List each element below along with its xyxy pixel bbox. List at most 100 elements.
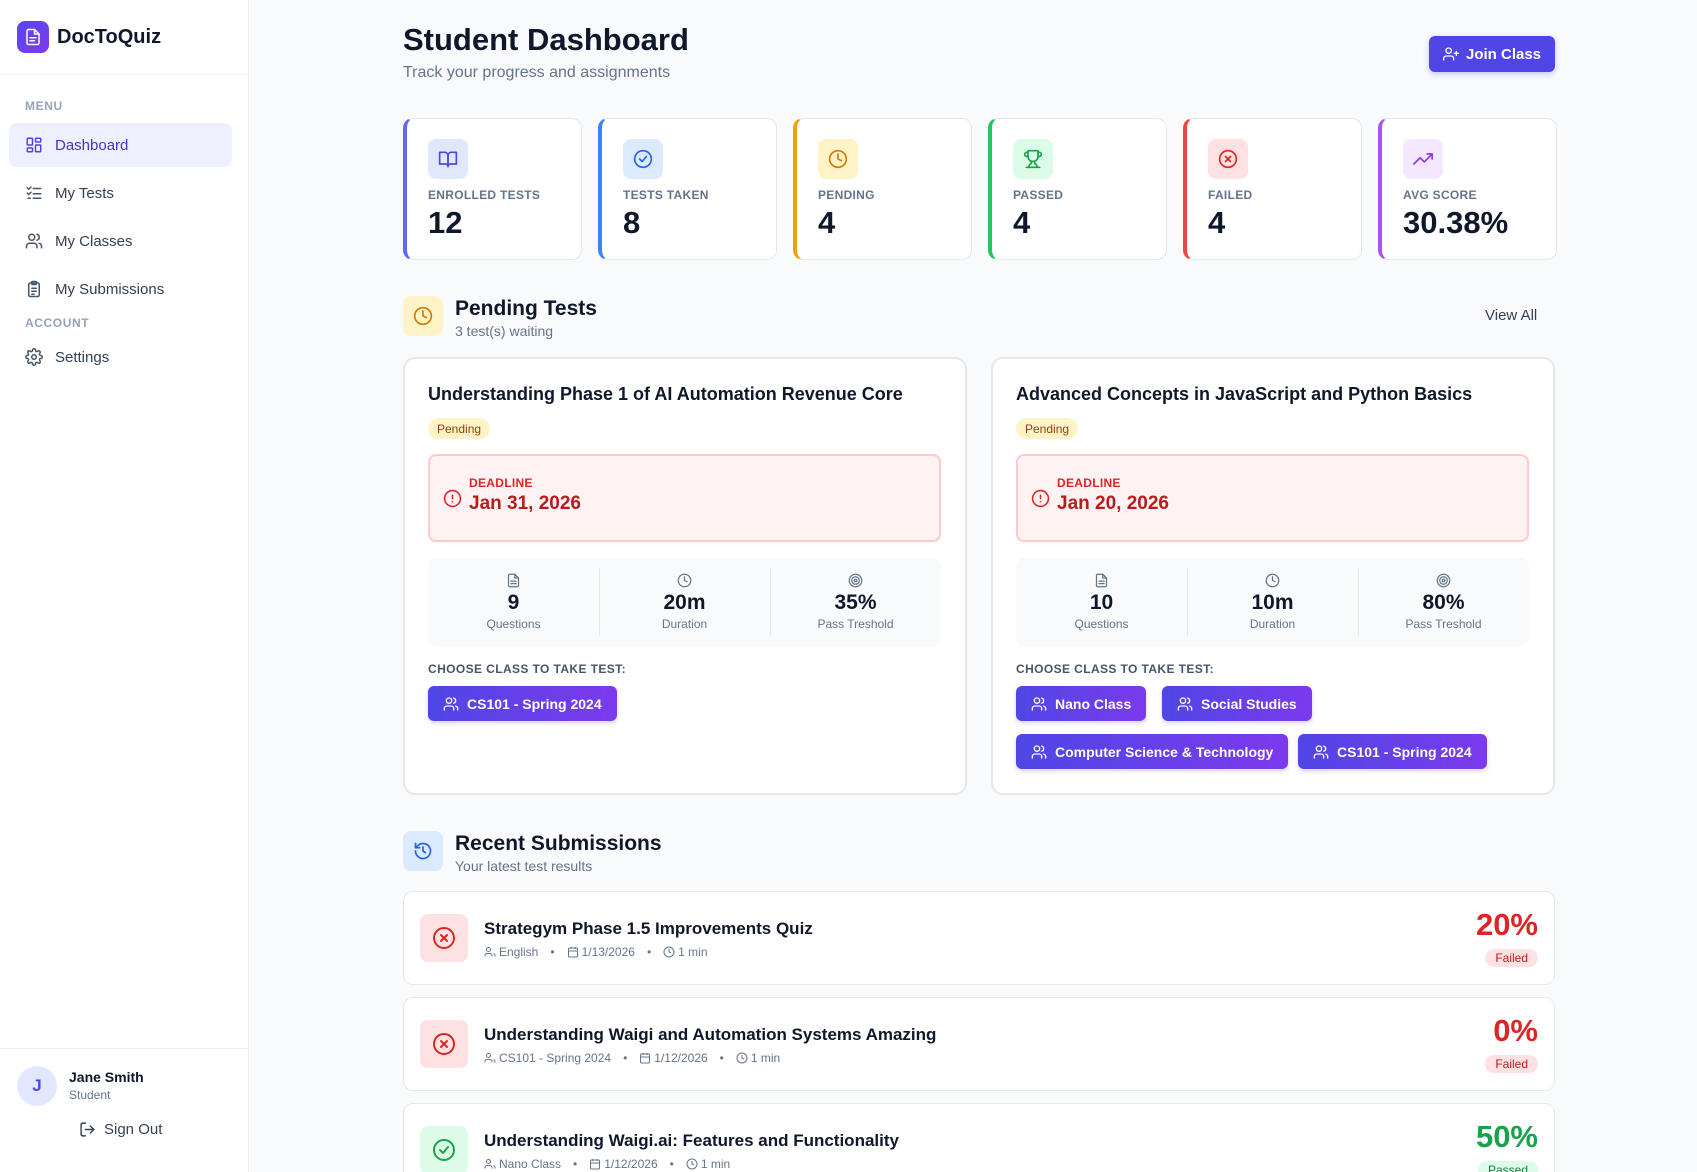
submission-time: 1 min: [700, 1157, 731, 1171]
sidebar-item-settings[interactable]: Settings: [9, 335, 232, 379]
dashboard-icon: [26, 137, 42, 153]
submission-meta: Nano Class • 1/12/2026 • 1 min: [484, 1157, 730, 1171]
pass-threshold-value: 35%: [834, 591, 877, 614]
brand[interactable]: DocToQuiz: [0, 0, 248, 75]
submission-meta: CS101 - Spring 2024 • 1/12/2026 • 1 min: [484, 1051, 780, 1065]
sidebar-item-my-tests[interactable]: My Tests: [9, 171, 232, 215]
clock-icon: [686, 1158, 698, 1170]
submission-date: 1/13/2026: [581, 945, 635, 959]
clock-icon: [1265, 573, 1280, 588]
submission-class: Nano Class: [499, 1157, 562, 1171]
deadline-date: Jan 20, 2026: [1057, 493, 1169, 514]
class-button[interactable]: Nano Class: [1016, 686, 1147, 721]
deadline-date: Jan 31, 2026: [469, 493, 581, 514]
duration-label: Duration: [1249, 617, 1296, 631]
class-button[interactable]: Social Studies: [1162, 686, 1312, 721]
avatar[interactable]: J: [17, 1066, 57, 1106]
pending-test-card: Understanding Phase 1 of AI Automation R…: [403, 357, 967, 795]
stat-label: PENDING: [818, 188, 875, 202]
view-all-link[interactable]: View All: [1485, 307, 1537, 324]
pending-test-card: Advanced Concepts in JavaScript and Pyth…: [991, 357, 1555, 795]
submission-row[interactable]: Strategym Phase 1.5 Improvements Quiz En…: [403, 891, 1555, 985]
stat-card-pending: PENDING 4: [793, 118, 972, 260]
stat-card-avg-score: AVG SCORE 30.38%: [1378, 118, 1557, 260]
target-icon: [848, 573, 863, 588]
stat-label: TESTS TAKEN: [623, 188, 709, 202]
submission-row[interactable]: Understanding Waigi and Automation Syste…: [403, 997, 1555, 1091]
users-icon: [25, 233, 43, 249]
pass-threshold-stat: 35% Pass Treshold: [770, 558, 941, 646]
class-button[interactable]: Computer Science & Technology: [1016, 734, 1289, 769]
sidebar-item-label: My Classes: [55, 232, 133, 250]
sidebar-item-label: My Tests: [55, 184, 114, 202]
sidebar-item-label: Dashboard: [55, 136, 129, 154]
brand-name: DocToQuiz: [57, 25, 162, 48]
clipboard-icon: [28, 280, 40, 298]
submission-title: Strategym Phase 1.5 Improvements Quiz: [484, 919, 813, 938]
questions-label: Questions: [1074, 617, 1129, 631]
sidebar-item-label: My Submissions: [55, 280, 165, 298]
section-title: Pending Tests: [455, 297, 597, 320]
test-meta: 10 Questions 10m Duration 80% Pass Tresh…: [1016, 558, 1529, 646]
pass-threshold-value: 80%: [1422, 591, 1465, 614]
sign-out-button[interactable]: Sign Out: [79, 1121, 162, 1138]
questions-value: 10: [1089, 591, 1114, 614]
stat-card-enrolled: ENROLLED TESTS 12: [403, 118, 582, 260]
sidebar-item-dashboard[interactable]: Dashboard: [9, 123, 232, 167]
join-class-button[interactable]: Join Class: [1429, 36, 1555, 72]
user-name: Jane Smith: [69, 1069, 144, 1085]
sidebar-item-label: Settings: [55, 348, 110, 366]
stat-label: AVG SCORE: [1403, 188, 1477, 202]
submission-class: CS101 - Spring 2024: [499, 1051, 612, 1065]
users-icon: [484, 1053, 496, 1063]
duration-stat: 20m Duration: [599, 558, 770, 646]
test-title: Advanced Concepts in JavaScript and Pyth…: [1016, 384, 1473, 404]
duration-value: 10m: [1251, 591, 1294, 614]
submission-score: 0%: [1493, 1013, 1538, 1048]
class-button-label: Social Studies: [1201, 695, 1297, 712]
submission-time: 1 min: [678, 945, 708, 959]
stat-value: 12: [428, 205, 463, 240]
users-icon: [1031, 744, 1047, 759]
status-badge: Failed: [1485, 949, 1538, 967]
stat-card-failed: FAILED 4: [1183, 118, 1362, 260]
trophy-icon: [1013, 139, 1053, 179]
stat-value: 4: [1013, 205, 1031, 240]
clock-icon: [403, 296, 443, 336]
class-button[interactable]: CS101 - Spring 2024: [428, 686, 617, 721]
choose-class-label: CHOOSE CLASS TO TAKE TEST:: [428, 662, 626, 676]
page-title: Student Dashboard: [403, 22, 689, 57]
users-icon: [1177, 696, 1193, 711]
history-icon: [403, 831, 443, 871]
users-icon: [484, 947, 496, 957]
menu-section-label: MENU: [25, 99, 63, 113]
submission-row[interactable]: Understanding Waigi.ai: Features and Fun…: [403, 1103, 1555, 1172]
status-badge: Passed: [1477, 1161, 1538, 1172]
sidebar-item-my-classes[interactable]: My Classes: [9, 219, 232, 263]
clock-icon: [736, 1052, 748, 1064]
pass-threshold-stat: 80% Pass Treshold: [1358, 558, 1529, 646]
submission-title: Understanding Waigi and Automation Syste…: [484, 1025, 937, 1044]
class-button[interactable]: CS101 - Spring 2024: [1298, 734, 1487, 769]
class-button-label: CS101 - Spring 2024: [1337, 743, 1472, 760]
deadline-box: DEADLINE Jan 31, 2026: [428, 454, 941, 542]
test-title: Understanding Phase 1 of AI Automation R…: [428, 384, 903, 404]
questions-value: 9: [507, 591, 520, 614]
stat-label: PASSED: [1013, 188, 1064, 202]
account-section-label: ACCOUNT: [25, 316, 90, 330]
deadline-label: DEADLINE: [469, 476, 533, 490]
users-icon: [1313, 744, 1329, 759]
x-circle-icon: [420, 914, 468, 962]
sidebar-item-my-submissions[interactable]: My Submissions: [9, 267, 232, 311]
section-subtitle: 3 test(s) waiting: [455, 323, 554, 339]
page-subtitle: Track your progress and assignments: [403, 64, 671, 81]
submission-score: 20%: [1475, 907, 1538, 942]
stat-value: 30.38%: [1403, 205, 1509, 240]
x-circle-icon: [1208, 139, 1248, 179]
class-button-label: Computer Science & Technology: [1055, 743, 1274, 760]
stat-label: ENROLLED TESTS: [428, 188, 541, 202]
gear-icon: [25, 348, 43, 366]
check-circle-icon: [420, 1126, 468, 1172]
duration-value: 20m: [663, 591, 706, 614]
duration-stat: 10m Duration: [1187, 558, 1358, 646]
